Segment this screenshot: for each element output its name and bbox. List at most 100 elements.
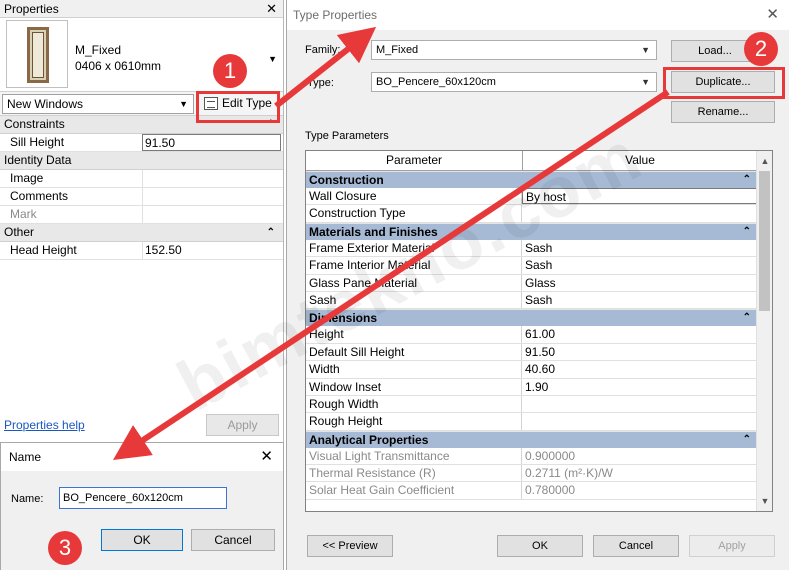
param-label: Sash (306, 291, 522, 309)
apply-button[interactable]: Apply (689, 535, 775, 557)
property-value[interactable] (142, 188, 281, 205)
close-icon[interactable]: ✕ (766, 0, 779, 30)
family-label: Family: (305, 44, 341, 56)
type-properties-title: Type Properties (293, 8, 378, 22)
scroll-thumb[interactable] (759, 171, 770, 311)
param-row[interactable]: Frame Interior Material Sash (306, 257, 757, 275)
property-value[interactable] (142, 206, 281, 223)
rename-button[interactable]: Rename... (671, 101, 775, 123)
param-label: Visual Light Transmittance (306, 447, 522, 465)
column-header-parameter[interactable]: Parameter (306, 151, 523, 171)
group-analytical-properties[interactable]: Analytical Properties ⌃ (306, 430, 757, 448)
param-value[interactable]: Sash (522, 257, 757, 273)
ok-button[interactable]: OK (101, 529, 183, 551)
param-value[interactable]: 0.2711 (m²·K)/W (522, 465, 757, 481)
properties-help-link[interactable]: Properties help (4, 418, 85, 432)
param-row[interactable]: Thermal Resistance (R) 0.2711 (m²·K)/W (306, 465, 757, 483)
property-row-sill-height[interactable]: Sill Height 91.50 (0, 134, 283, 152)
param-label: Construction Type (306, 205, 522, 222)
collapse-icon[interactable]: ⌃ (743, 172, 751, 188)
scroll-down-icon[interactable]: ▼ (757, 493, 772, 509)
grid-scrollbar[interactable]: ▲ ▼ (756, 151, 772, 511)
section-label: Other (4, 225, 35, 239)
param-row[interactable]: Construction Type (306, 205, 757, 223)
param-row[interactable]: Solar Heat Gain Coefficient 0.780000 (306, 482, 757, 500)
scroll-up-icon[interactable]: ▲ (757, 153, 772, 169)
type-parameters-grid: Parameter Value Construction ⌃ Wall Closu… (305, 150, 773, 512)
cancel-button[interactable]: Cancel (593, 535, 679, 557)
param-value[interactable]: 91.50 (522, 344, 757, 360)
properties-title-bar: Properties ✕ (0, 0, 283, 18)
param-label: Glass Pane Material (306, 274, 522, 291)
param-row[interactable]: Visual Light Transmittance 0.900000 (306, 447, 757, 466)
type-dropdown[interactable]: BO_Pencere_60x120cm ▼ (371, 72, 657, 92)
name-label: Name: (11, 493, 44, 505)
param-value[interactable]: 40.60 (522, 361, 757, 377)
name-input[interactable] (59, 487, 227, 509)
section-identity-data[interactable]: Identity Data (0, 152, 283, 170)
param-label: Wall Closure (306, 188, 522, 205)
type-properties-title-bar: Type Properties ✕ (287, 0, 789, 30)
window-thumbnail (6, 20, 68, 88)
cancel-button[interactable]: Cancel (191, 529, 275, 551)
chevron-down-icon[interactable]: ▼ (268, 54, 277, 64)
group-dimensions[interactable]: Dimensions ⌃ (306, 309, 757, 327)
group-materials-and-finishes[interactable]: Materials and Finishes ⌃ (306, 222, 757, 240)
sill-height-input[interactable]: 91.50 (142, 134, 281, 151)
type-selector-label: M_Fixed 0406 x 0610mm (75, 42, 161, 74)
property-label: Mark (10, 207, 37, 221)
preview-button[interactable]: << Preview (307, 535, 393, 557)
column-header-value[interactable]: Value (523, 151, 758, 171)
group-construction[interactable]: Construction ⌃ (306, 171, 757, 188)
param-value[interactable] (522, 413, 757, 429)
collapse-icon[interactable]: ⌃ (267, 224, 275, 241)
param-row[interactable]: Window Inset 1.90 (306, 378, 757, 396)
param-value[interactable]: Glass (522, 275, 757, 291)
param-value[interactable]: By host (522, 188, 757, 205)
param-value[interactable]: Sash (522, 292, 757, 308)
property-row-mark[interactable]: Mark (0, 206, 283, 224)
property-value[interactable]: 152.50 (142, 242, 281, 259)
property-value[interactable] (142, 170, 281, 187)
param-row[interactable]: Rough Height (306, 413, 757, 431)
property-row-head-height[interactable]: Head Height 152.50 (0, 242, 283, 260)
section-other[interactable]: Other ⌃ (0, 224, 283, 242)
param-value[interactable]: Sash (522, 240, 757, 256)
properties-title: Properties (4, 2, 59, 16)
param-row[interactable]: Height 61.00 (306, 326, 757, 344)
param-value[interactable] (522, 205, 757, 221)
collapse-icon[interactable]: ⌃ (743, 224, 751, 240)
param-value[interactable]: 0.900000 (522, 448, 757, 464)
collapse-icon[interactable]: ⌃ (743, 432, 751, 448)
type-label: Type: (307, 77, 334, 89)
param-label: Height (306, 326, 522, 343)
param-label: Rough Width (306, 395, 522, 413)
ok-button[interactable]: OK (497, 535, 583, 557)
param-row[interactable]: Frame Exterior Material Sash (306, 239, 757, 258)
param-row[interactable]: Glass Pane Material Glass (306, 274, 757, 292)
family-dropdown[interactable]: M_Fixed ▼ (371, 40, 657, 60)
param-value[interactable]: 0.780000 (522, 482, 757, 498)
group-label: Construction (309, 173, 384, 187)
param-value[interactable]: 61.00 (522, 326, 757, 342)
param-label: Solar Heat Gain Coefficient (306, 482, 522, 499)
param-value[interactable]: 1.90 (522, 379, 757, 395)
param-row[interactable]: Rough Width (306, 395, 757, 414)
property-row-image[interactable]: Image (0, 170, 283, 188)
step-badge-3: 3 (48, 531, 82, 565)
property-label: Image (10, 171, 44, 185)
param-row[interactable]: Sash Sash (306, 291, 757, 310)
param-row[interactable]: Default Sill Height 91.50 (306, 343, 757, 362)
param-label: Frame Exterior Material (306, 239, 522, 257)
apply-button[interactable]: Apply (206, 414, 279, 436)
param-value[interactable] (522, 396, 757, 412)
grid-header: Parameter Value (306, 151, 772, 171)
param-row[interactable]: Width 40.60 (306, 361, 757, 379)
step-badge-2: 2 (744, 32, 778, 66)
collapse-icon[interactable]: ⌃ (743, 310, 751, 326)
close-icon[interactable]: ✕ (260, 443, 273, 471)
category-dropdown[interactable]: New Windows ▼ (2, 94, 194, 114)
close-icon[interactable]: ✕ (266, 0, 277, 18)
param-row[interactable]: Wall Closure By host (306, 188, 757, 206)
property-row-comments[interactable]: Comments (0, 188, 283, 206)
